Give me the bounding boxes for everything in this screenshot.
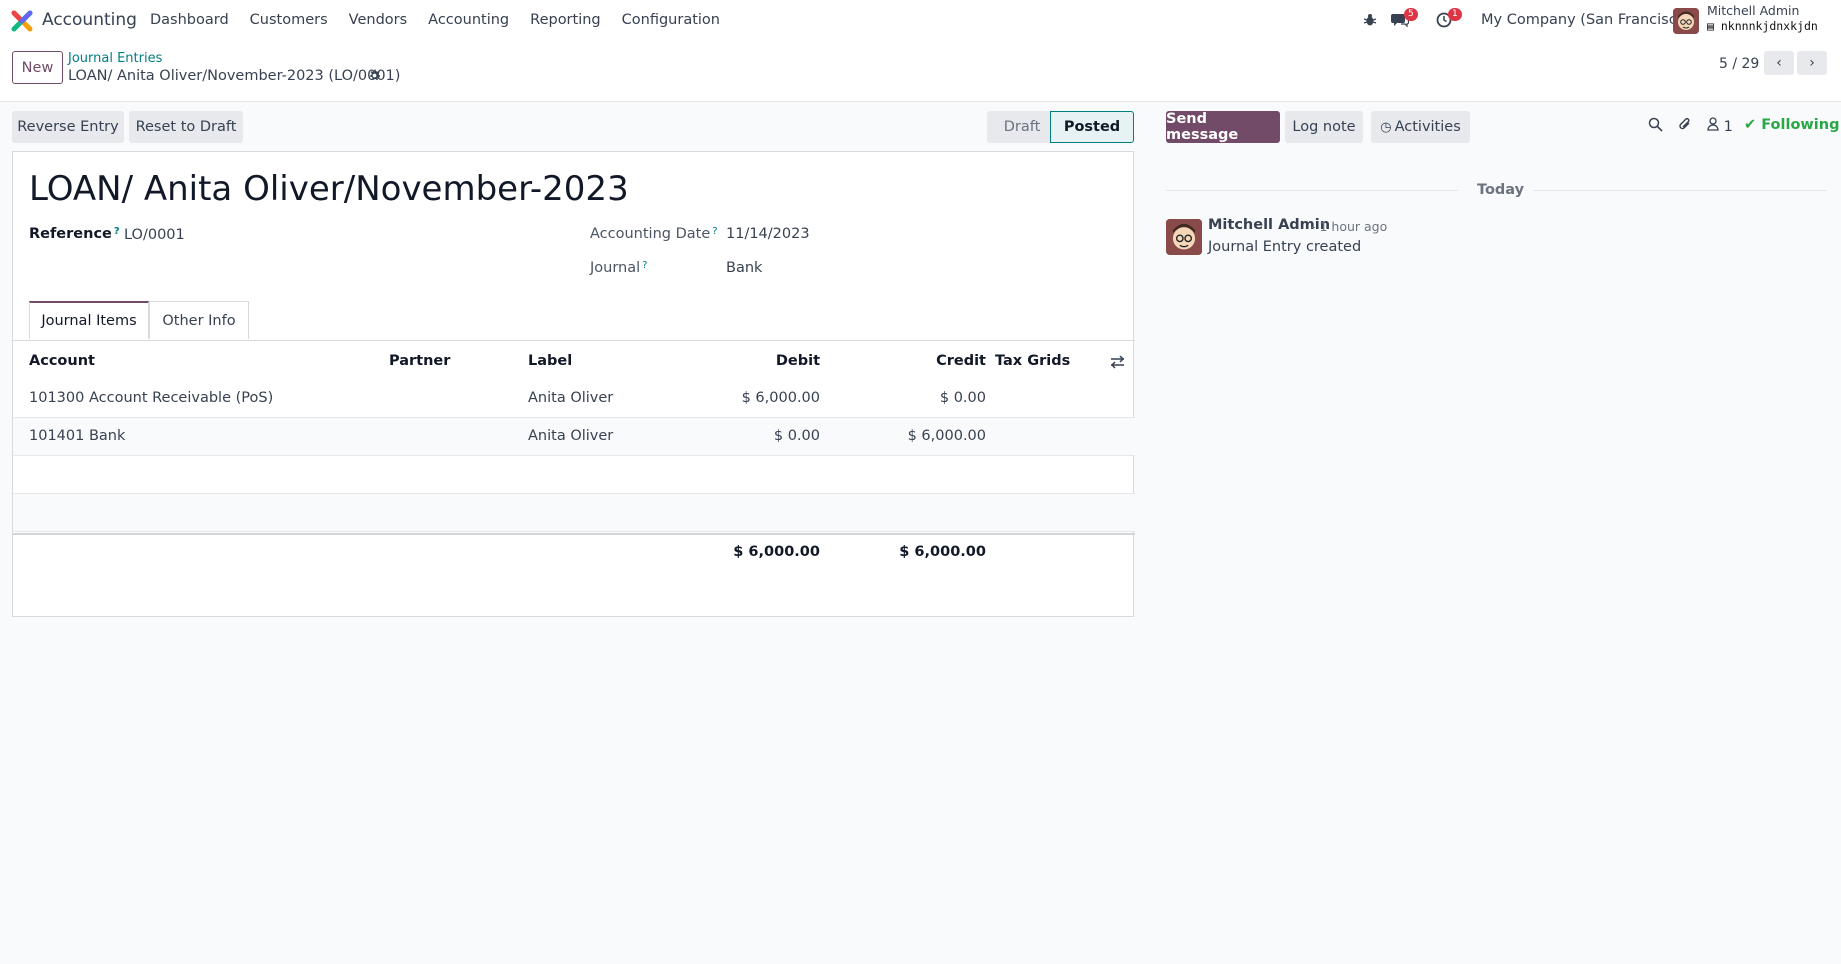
- header-debit[interactable]: Debit: [713, 353, 820, 369]
- tab-journal-items[interactable]: Journal Items: [29, 301, 149, 339]
- menu-accounting[interactable]: Accounting: [428, 12, 509, 28]
- clock-icon: ◷: [1380, 119, 1392, 135]
- user-avatar[interactable]: [1673, 8, 1699, 34]
- form-sheet: LOAN/ Anita Oliver/November-2023 Referen…: [12, 151, 1135, 617]
- reference-value[interactable]: LO/0001: [124, 227, 185, 243]
- new-button[interactable]: New: [12, 51, 63, 84]
- journal-value[interactable]: Bank: [726, 260, 762, 276]
- row-account: 101300 Account Receivable (PoS): [29, 390, 274, 406]
- chevron-right-icon: ›: [1809, 55, 1815, 71]
- header-partner[interactable]: Partner: [389, 353, 450, 369]
- header-account[interactable]: Account: [29, 353, 95, 369]
- header-label[interactable]: Label: [528, 353, 572, 369]
- company-switcher[interactable]: My Company (San Francisco): [1481, 12, 1691, 28]
- journal-label-text: Journal: [590, 260, 641, 276]
- row-debit: $ 0.00: [773, 428, 820, 444]
- totals-divider: [13, 533, 1135, 535]
- database-name-text: nknnnkjdnxkjdn: [1720, 19, 1818, 33]
- reference-label-text: Reference: [29, 226, 112, 242]
- help-icon[interactable]: ?: [114, 226, 120, 237]
- accounting-date-value[interactable]: 11/14/2023: [726, 226, 810, 242]
- followers-count: 1: [1723, 119, 1733, 135]
- table-row[interactable]: 101401 Bank Anita Oliver $ 0.00 $ 6,000.…: [13, 418, 1135, 456]
- following-label: Following: [1761, 117, 1840, 133]
- header-tax-grids[interactable]: Tax Grids: [995, 353, 1070, 369]
- status-posted[interactable]: Posted: [1050, 111, 1134, 143]
- breadcrumb-journal-entries[interactable]: Journal Entries: [68, 51, 162, 66]
- user-name[interactable]: Mitchell Admin: [1707, 3, 1799, 18]
- messages-badge: 5: [1404, 8, 1418, 21]
- message-time: - 1 hour ago: [1311, 219, 1388, 234]
- user-icon: [1707, 117, 1724, 135]
- accounting-date-label-text: Accounting Date: [590, 226, 711, 242]
- tab-divider: [13, 340, 1135, 341]
- log-note-button[interactable]: Log note: [1285, 111, 1363, 143]
- tab-other-info[interactable]: Other Info: [149, 301, 249, 339]
- breadcrumb-current: LOAN/ Anita Oliver/November-2023 (LO/000…: [68, 68, 401, 84]
- activities-button-label: Activities: [1394, 119, 1461, 135]
- row-account: 101401 Bank: [29, 428, 126, 444]
- followers-button[interactable]: 1: [1707, 117, 1733, 135]
- activities-badge: 1: [1448, 8, 1462, 21]
- row-label: Anita Oliver: [528, 428, 614, 444]
- table-row-empty: [13, 456, 1135, 494]
- top-navbar: Accounting Dashboard Customers Vendors A…: [0, 0, 1841, 42]
- row-debit: $ 6,000.00: [741, 390, 820, 406]
- row-credit: $ 6,000.00: [907, 428, 986, 444]
- database-name: ▤ nknnnkjdnxkjdn: [1707, 19, 1818, 33]
- reverse-entry-button[interactable]: Reverse Entry: [12, 111, 124, 143]
- menu-customers[interactable]: Customers: [250, 12, 328, 28]
- reference-label: Reference?: [29, 226, 120, 242]
- table-row[interactable]: 101300 Account Receivable (PoS) Anita Ol…: [13, 380, 1135, 418]
- pager-next-button[interactable]: ›: [1797, 51, 1827, 75]
- entry-title: LOAN/ Anita Oliver/November-2023: [29, 169, 629, 209]
- activities-button[interactable]: ◷ Activities: [1371, 111, 1470, 143]
- reset-to-draft-button[interactable]: Reset to Draft: [129, 111, 243, 143]
- accounting-app-icon[interactable]: [11, 10, 33, 32]
- following-button[interactable]: ✔ Following: [1744, 117, 1839, 133]
- message-author-avatar[interactable]: [1166, 219, 1202, 255]
- help-icon[interactable]: ?: [642, 260, 647, 271]
- app-name[interactable]: Accounting: [42, 10, 137, 30]
- pager-previous-button[interactable]: ‹: [1764, 51, 1794, 75]
- total-credit: $ 6,000.00: [899, 544, 986, 560]
- menu-reporting[interactable]: Reporting: [530, 12, 601, 28]
- status-draft[interactable]: Draft: [987, 111, 1057, 143]
- debug-bug-icon[interactable]: [1360, 10, 1380, 30]
- accounting-date-label: Accounting Date?: [590, 226, 718, 242]
- send-message-button[interactable]: Send message: [1166, 111, 1280, 143]
- main-menu: Dashboard Customers Vendors Accounting R…: [150, 12, 741, 28]
- search-icon[interactable]: [1648, 117, 1663, 136]
- chevron-left-icon: ‹: [1776, 55, 1782, 71]
- message-body: Journal Entry created: [1208, 239, 1362, 255]
- database-icon: ▤: [1707, 19, 1714, 33]
- optional-columns-icon[interactable]: [1110, 355, 1125, 373]
- row-credit: $ 0.00: [939, 390, 986, 406]
- date-separator-line: [1533, 190, 1827, 191]
- help-icon[interactable]: ?: [712, 226, 717, 237]
- gear-icon[interactable]: [368, 69, 381, 86]
- menu-configuration[interactable]: Configuration: [622, 12, 720, 28]
- date-separator-line: [1166, 190, 1458, 191]
- pager-value[interactable]: 5 / 29: [1719, 56, 1759, 72]
- menu-dashboard[interactable]: Dashboard: [150, 12, 229, 28]
- menu-vendors[interactable]: Vendors: [349, 12, 408, 28]
- row-label: Anita Oliver: [528, 390, 614, 406]
- total-debit: $ 6,000.00: [733, 544, 820, 560]
- check-icon: ✔: [1744, 117, 1757, 133]
- table-row-empty: [13, 494, 1135, 532]
- date-separator: Today: [1477, 182, 1525, 198]
- header-credit[interactable]: Credit: [873, 353, 986, 369]
- control-panel: New Journal Entries LOAN/ Anita Oliver/N…: [0, 42, 1841, 102]
- paperclip-icon[interactable]: [1678, 117, 1693, 136]
- journal-label: Journal?: [590, 260, 647, 276]
